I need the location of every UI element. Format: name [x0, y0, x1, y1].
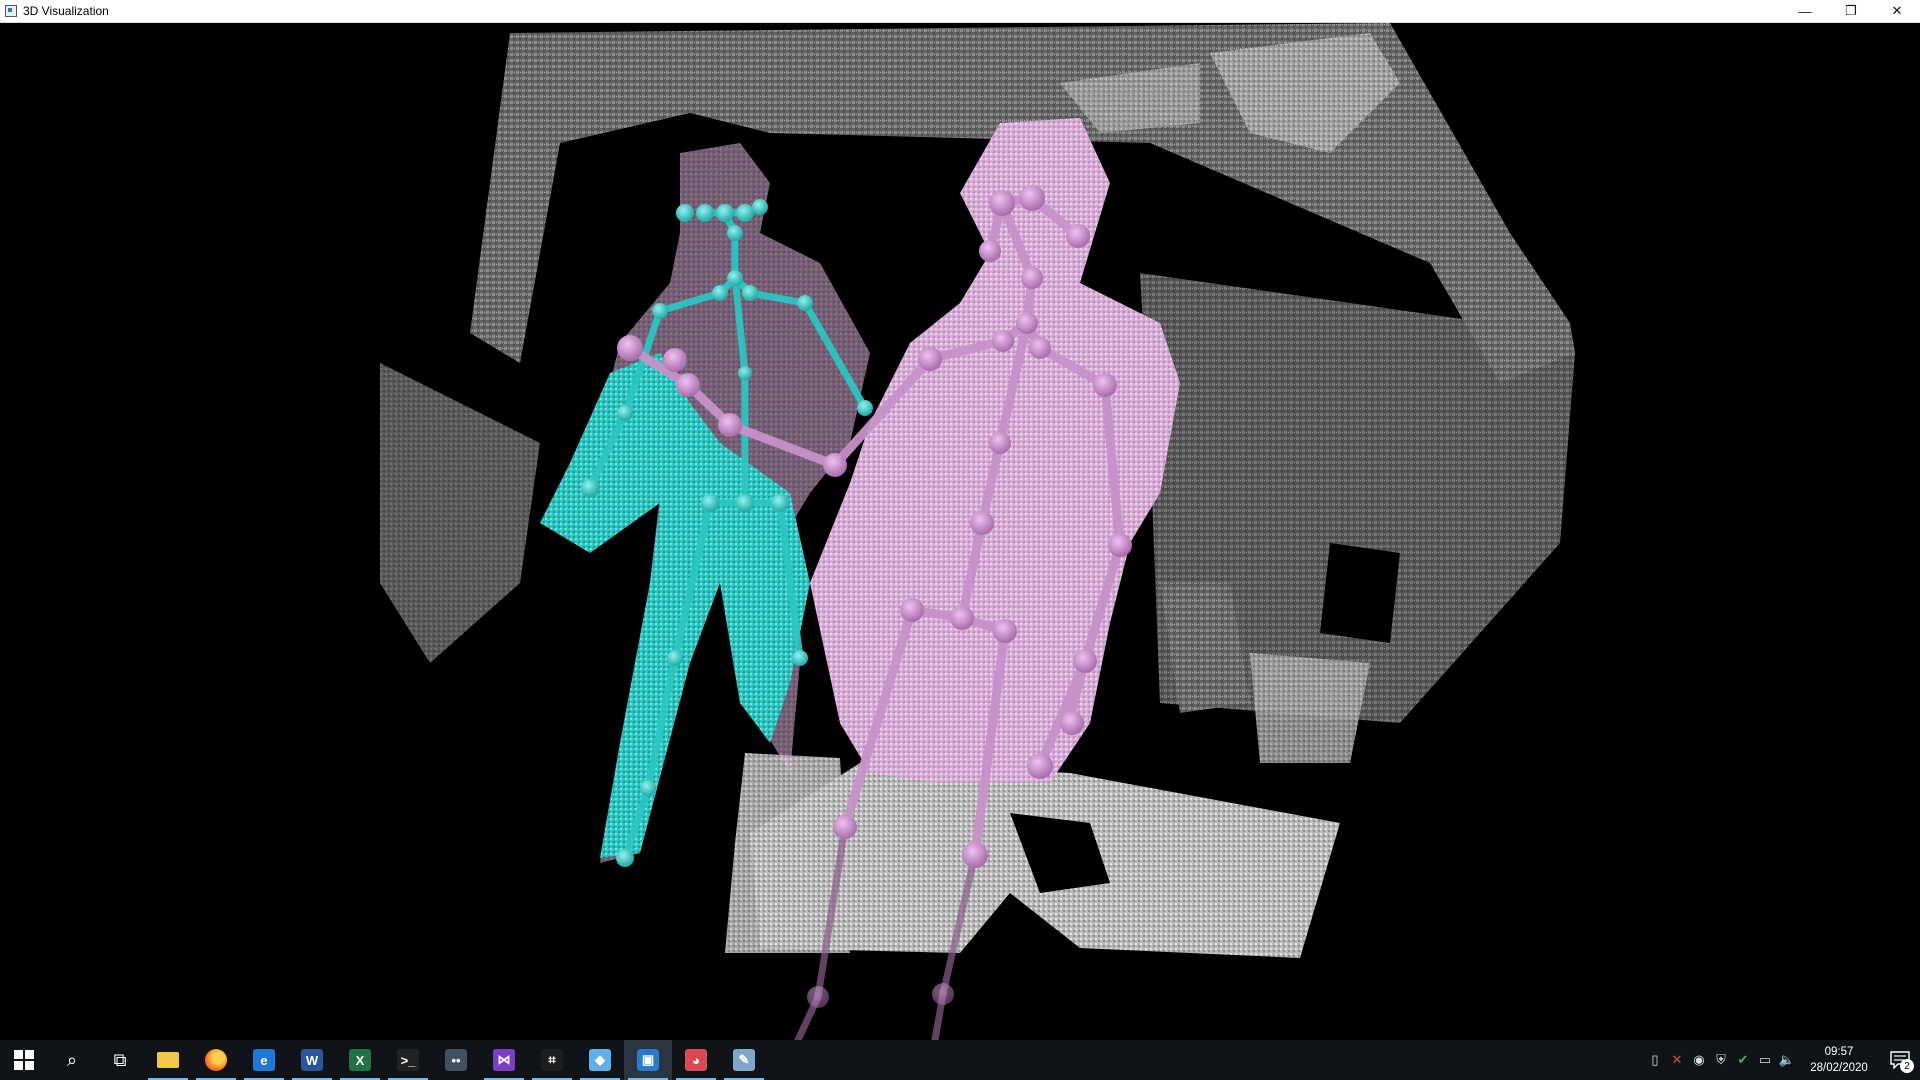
- word-button[interactable]: W: [288, 1040, 336, 1080]
- app-window-icon: [5, 5, 17, 17]
- tool-button[interactable]: ✎: [720, 1040, 768, 1080]
- 3d-viewport[interactable]: [0, 23, 1920, 1040]
- visual-studio-button[interactable]: ⋈: [480, 1040, 528, 1080]
- notification-count-badge: 2: [1900, 1059, 1914, 1073]
- paint-button[interactable]: ◕: [672, 1040, 720, 1080]
- snipping-button[interactable]: ⌗: [528, 1040, 576, 1080]
- restore-button[interactable]: ❐: [1828, 0, 1874, 22]
- 3d-visualization-button[interactable]: ▣: [624, 1040, 672, 1080]
- volume-icon[interactable]: 🔈: [1776, 1040, 1798, 1080]
- globe-icon[interactable]: ◉: [1688, 1040, 1710, 1080]
- visual-studio-icon: ⋈: [493, 1049, 515, 1071]
- azure-button[interactable]: ◆: [576, 1040, 624, 1080]
- network-icon[interactable]: ▭: [1754, 1040, 1776, 1080]
- excel-button[interactable]: X: [336, 1040, 384, 1080]
- action-center-button[interactable]: 2: [1880, 1040, 1920, 1080]
- wrench-icon: ✎: [733, 1049, 755, 1071]
- folder-icon: [157, 1052, 179, 1068]
- scene-canvas: [380, 23, 1575, 1040]
- windows-logo-icon: [14, 1050, 34, 1070]
- shield-icon[interactable]: ⛨: [1710, 1040, 1732, 1080]
- task-view-icon: ⧉: [113, 1049, 127, 1070]
- app-window-icon: ▣: [637, 1049, 659, 1071]
- clock[interactable]: 09:57 28/02/2020: [1804, 1044, 1874, 1076]
- floor-point-cloud: [725, 753, 1340, 958]
- word-icon: W: [301, 1049, 323, 1071]
- edge-button[interactable]: e: [240, 1040, 288, 1080]
- controller-button[interactable]: ••: [432, 1040, 480, 1080]
- minimize-button[interactable]: —: [1782, 0, 1828, 22]
- title-bar: 3D Visualization — ❐ ✕: [0, 0, 1920, 23]
- window-title: 3D Visualization: [23, 4, 109, 18]
- system-tray: ▯ ✕ ◉ ⛨ ✔ ▭ 🔈 09:57 28/02/2020 2: [1644, 1040, 1920, 1080]
- palette-icon: ◕: [685, 1049, 707, 1071]
- security-x-icon[interactable]: ✕: [1666, 1040, 1688, 1080]
- terminal-button[interactable]: >_: [384, 1040, 432, 1080]
- terminal-icon: >_: [397, 1049, 419, 1071]
- firefox-icon: [205, 1049, 227, 1071]
- browser-icon: e: [253, 1049, 275, 1071]
- search-icon: ⌕: [66, 1049, 78, 1070]
- check-shield-icon[interactable]: ✔: [1732, 1040, 1754, 1080]
- gamepad-icon: ••: [445, 1049, 467, 1071]
- task-view-button[interactable]: ⧉: [96, 1040, 144, 1080]
- crop-icon: ⌗: [541, 1049, 563, 1071]
- firefox-button[interactable]: [192, 1040, 240, 1080]
- window-controls: — ❐ ✕: [1782, 0, 1920, 22]
- taskbar: ⌕ ⧉ e W X >_ •• ⋈ ⌗ ◆ ▣ ◕ ✎ ▯ ✕ ◉ ⛨ ✔ ▭ 🔈 09:57 28/02/2020…: [0, 1040, 1920, 1080]
- excel-icon: X: [349, 1049, 371, 1071]
- clock-time: 09:57: [1824, 1046, 1854, 1058]
- clock-date: 28/02/2020: [1810, 1062, 1868, 1074]
- close-button[interactable]: ✕: [1874, 0, 1920, 22]
- cube-icon: ◆: [589, 1049, 611, 1071]
- search-button[interactable]: ⌕: [48, 1040, 96, 1080]
- start-button[interactable]: [0, 1040, 48, 1080]
- file-explorer-button[interactable]: [144, 1040, 192, 1080]
- usb-icon[interactable]: ▯: [1644, 1040, 1666, 1080]
